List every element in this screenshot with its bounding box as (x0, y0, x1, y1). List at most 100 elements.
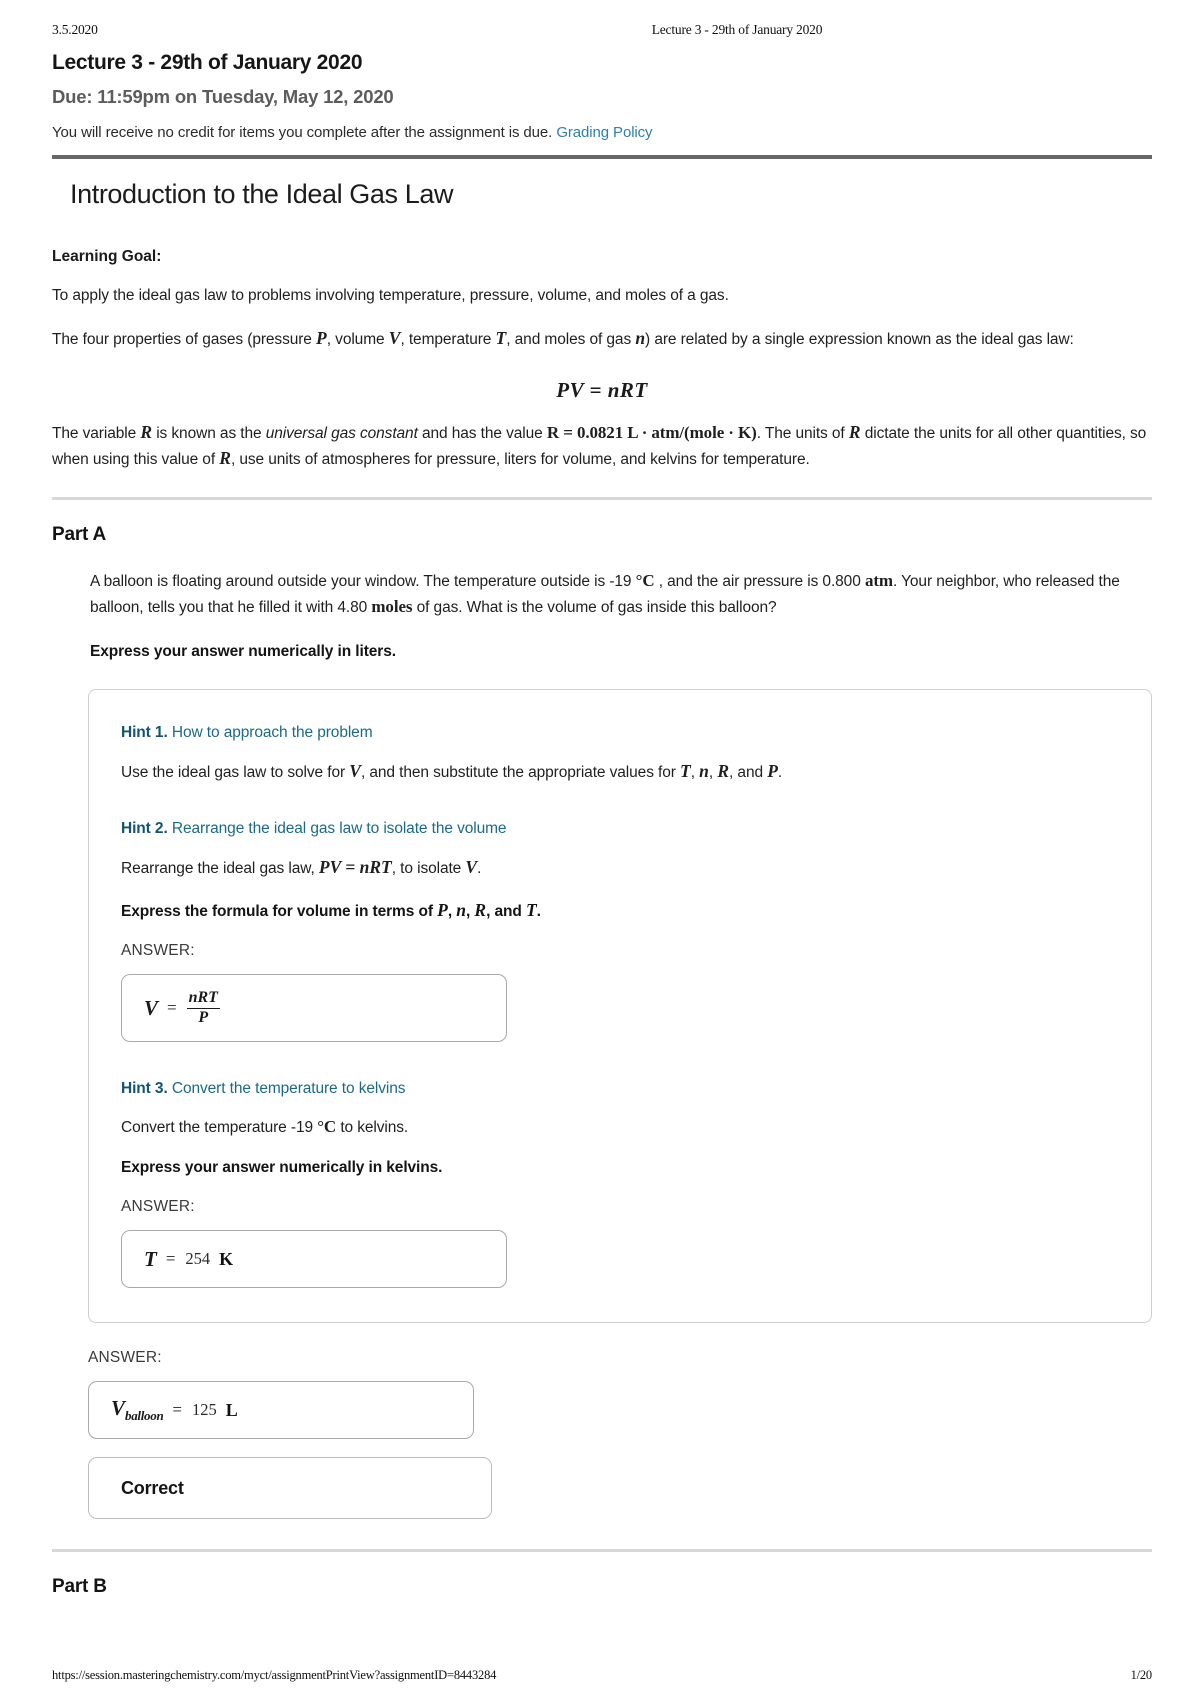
footer-url: https://session.masteringchemistry.com/m… (52, 1668, 497, 1682)
intro-text-4: , and moles of gas (506, 331, 636, 349)
hint-spacer-1 (121, 782, 1119, 816)
constant-text-2: is known as the (152, 424, 266, 442)
learning-goal-label: Learning Goal: (52, 248, 162, 265)
hint-1-math-n: n (699, 761, 709, 782)
hint-2-math-p: P (437, 900, 448, 921)
hint-3-number: Hint 3. (121, 1080, 168, 1098)
math-var-v: V (388, 328, 401, 349)
part-a-instruction: Express your answer numerically in liter… (90, 643, 396, 661)
hint-2-math-r: R (474, 900, 487, 921)
running-header-title: Lecture 3 - 29th of January 2020 (651, 22, 823, 37)
intro-text-3: , temperature (400, 331, 496, 349)
assignment-credit-note: You will receive no credit for items you… (52, 124, 1152, 141)
answer-var-letter: V (111, 1395, 126, 1420)
hint-2-instruction: Express the formula for volume in terms … (121, 900, 1119, 921)
hint-2-body: Rearrange the ideal gas law, PV = nRT, t… (121, 857, 1119, 878)
question-text-2: , and the air pressure is 0.800 (654, 573, 865, 591)
constant-text-6: , use units of atmospheres for pressure,… (230, 450, 810, 468)
hint-2-instr-1: Express the formula for volume in terms … (121, 903, 438, 921)
hint-3-answer-var: T (144, 1246, 157, 1271)
hint-spacer-2 (121, 1042, 1119, 1076)
unit-celsius: °C (635, 571, 655, 591)
math-var-n: n (635, 328, 646, 349)
constant-text-1: The variable (52, 424, 141, 442)
hint-1-title-text: How to approach the problem (167, 724, 373, 742)
part-a-feedback-text: Correct (121, 1477, 184, 1498)
hint-2-instr-sep1: , (447, 903, 457, 921)
hint-1-text-2: , and then substitute the appropriate va… (360, 764, 681, 782)
print-page: 3.5.2020 Lecture 3 - 29th of January 202… (0, 0, 1200, 1697)
part-a-answer-value: 125 (191, 1400, 217, 1420)
hint-2-title[interactable]: Hint 2. Rearrange the ideal gas law to i… (121, 820, 1119, 838)
fraction-numerator: nRT (186, 989, 220, 1009)
item-title: Introduction to the Ideal Gas Law (70, 179, 454, 209)
hint-2-text-3: . (477, 860, 482, 878)
learning-goal-text: To apply the ideal gas law to problems i… (52, 287, 729, 304)
hint-2-math-t: T (525, 900, 537, 921)
part-a-heading: Part A (52, 524, 107, 546)
constant-text-4: . The units of (756, 424, 849, 442)
assignment-due-date: Due: 11:59pm on Tuesday, May 12, 2020 (52, 86, 394, 107)
credit-note-text: You will receive no credit for items you… (52, 124, 553, 141)
hint-1-math-v: V (349, 761, 361, 782)
hint-3-answer-unit: K (219, 1248, 234, 1269)
part-a-divider (52, 497, 1152, 501)
intro-text-1: The four properties of gases (pressure (52, 331, 317, 349)
ideal-gas-intro: The four properties of gases (pressure P… (52, 326, 1152, 351)
hint-3-answer-equals: = (165, 1249, 176, 1269)
universal-gas-constant-term: universal gas constant (265, 424, 418, 442)
hint-3-title-text: Convert the temperature to kelvins (167, 1080, 406, 1098)
intro-text-2: , volume (326, 331, 389, 349)
question-text-1: A balloon is floating around outside you… (90, 573, 636, 591)
math-var-p: P (316, 328, 327, 349)
hint-1-sep-3: , and (729, 764, 768, 782)
answer-var-subscript: balloon (125, 1408, 164, 1424)
assignment-title: Lecture 3 - 29th of January 2020 (52, 51, 363, 74)
part-b-divider (52, 1549, 1152, 1553)
math-var-t: T (495, 328, 507, 349)
hint-2-answer-label: ANSWER: (121, 942, 195, 960)
hint-2-text-2: , to isolate (391, 860, 466, 878)
hint-2-text-1: Rearrange the ideal gas law, (121, 860, 319, 878)
hint-1-sep-1: , (690, 764, 700, 782)
part-a-feedback-box: Correct (88, 1457, 492, 1520)
hint-2-math-v: V (465, 857, 478, 878)
hint-2-equation: PV = nRT (318, 857, 392, 878)
running-header: 3.5.2020 Lecture 3 - 29th of January 202… (52, 22, 1152, 42)
ideal-gas-law-equation: PV = nRT (556, 377, 648, 402)
intro-text-5: ) are related by a single expression kno… (645, 331, 1074, 349)
hint-2-instr-sep3: , and (486, 903, 526, 921)
math-var-r-3: R (219, 447, 231, 468)
hint-2-answer-fraction: nRT P (186, 989, 220, 1027)
hint-1-math-t: T (680, 761, 691, 782)
hint-3-unit-celsius: °C (317, 1117, 337, 1137)
hint-2: Hint 2. Rearrange the ideal gas law to i… (121, 820, 1119, 1043)
hint-1-body: Use the ideal gas law to solve for V, an… (121, 761, 1119, 782)
part-a-answer-unit: L (225, 1399, 238, 1420)
hint-3: Hint 3. Convert the temperature to kelvi… (121, 1080, 1119, 1289)
part-a-answer-box[interactable]: Vballoon = 125 L (88, 1381, 474, 1440)
math-var-r-1: R (140, 421, 152, 442)
gas-constant-value: R = 0.0821 L · atm/(mole · K) (546, 422, 757, 442)
hint-3-answer-box[interactable]: T = 254 K (121, 1230, 507, 1289)
part-b-heading: Part B (52, 1576, 107, 1598)
hint-1: Hint 1. How to approach the problem Use … (121, 724, 1119, 782)
hint-1-title[interactable]: Hint 1. How to approach the problem (121, 724, 1119, 742)
page-footer: https://session.masteringchemistry.com/m… (52, 1668, 1152, 1683)
hint-3-title[interactable]: Hint 3. Convert the temperature to kelvi… (121, 1080, 1119, 1098)
hint-2-number: Hint 2. (121, 820, 168, 838)
hint-1-text-3: . (777, 764, 783, 782)
hint-2-instr-2: . (536, 903, 541, 921)
grading-policy-link[interactable]: Grading Policy (556, 124, 652, 141)
part-a-question: A balloon is floating around outside you… (90, 568, 1152, 619)
unit-moles: moles (371, 596, 413, 616)
hint-2-answer-box[interactable]: V = nRT P (121, 974, 507, 1043)
hint-3-text-2: to kelvins. (336, 1119, 409, 1137)
hints-container: Hint 1. How to approach the problem Use … (88, 689, 1152, 1324)
hint-2-answer-var: V (144, 995, 159, 1020)
hint-2-math-n: n (456, 900, 466, 921)
question-text-4: of gas. What is the volume of gas inside… (412, 598, 777, 616)
hint-3-body: Convert the temperature -19 °C to kelvin… (121, 1117, 1119, 1137)
hint-3-instruction: Express your answer numerically in kelvi… (121, 1159, 443, 1177)
part-a-answer-label: ANSWER: (88, 1349, 162, 1367)
